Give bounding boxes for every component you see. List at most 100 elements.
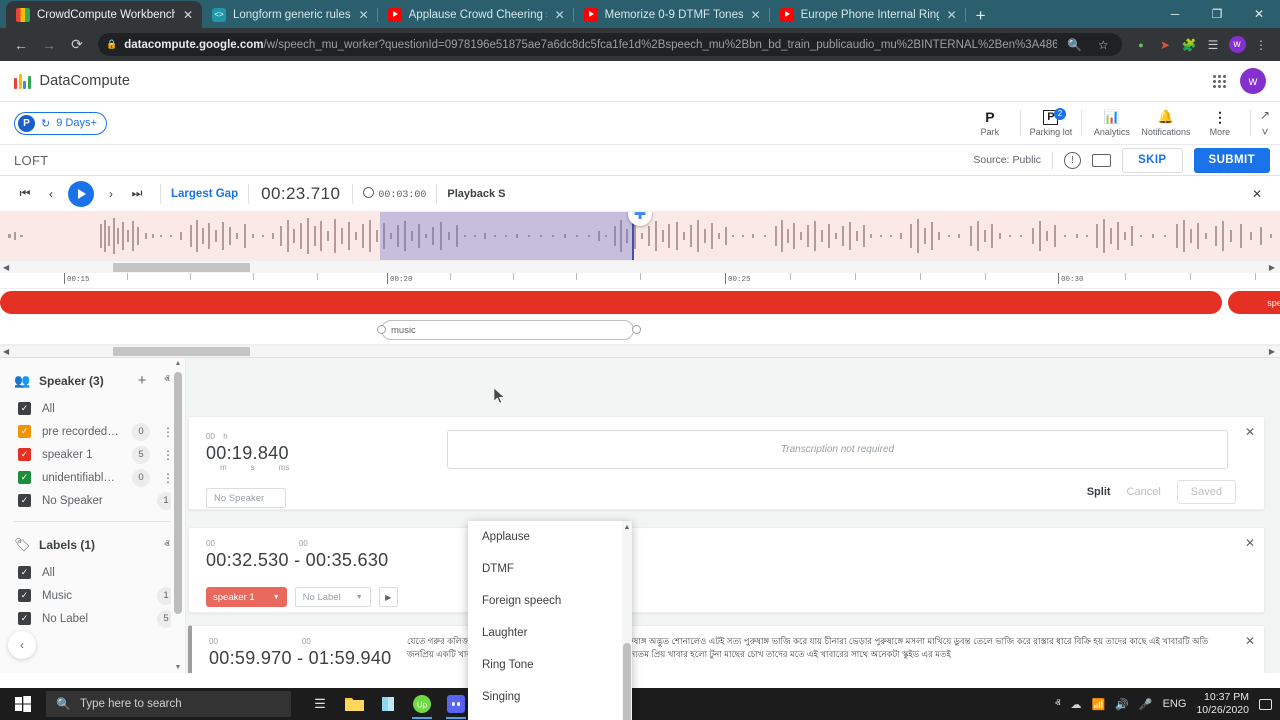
- speaker-item-pre-recorded[interactable]: ✓ pre recorded speak... 0 ⋮: [0, 420, 185, 443]
- task-view-icon[interactable]: ☰: [305, 689, 335, 719]
- parking-lot-button[interactable]: 2 P Parking lot: [1024, 110, 1078, 137]
- checkbox[interactable]: ✓: [18, 425, 31, 438]
- dropdown-item-unknown[interactable]: Unknown: [468, 713, 632, 720]
- split-button[interactable]: Split: [1087, 486, 1111, 498]
- checkbox[interactable]: ✓: [18, 589, 31, 602]
- store-icon[interactable]: [373, 689, 403, 719]
- waveform[interactable]: ✚: [0, 212, 1280, 260]
- speaker-item-unidentifiable[interactable]: ✓ unidentifiable speak... 0 ⋮: [0, 466, 185, 489]
- dropdown-scroll-thumb[interactable]: [623, 643, 631, 720]
- waveform-hscrollbar-bottom[interactable]: ◀ ▶: [0, 345, 1280, 358]
- dropdown-item-ring-tone[interactable]: Ring Tone: [468, 649, 632, 681]
- scroll-left-icon[interactable]: ◀: [0, 347, 12, 356]
- tab-close-icon[interactable]: ✕: [946, 8, 958, 22]
- next-icon[interactable]: ›: [98, 181, 124, 207]
- upwork-icon[interactable]: Up: [407, 689, 437, 719]
- scroll-right-icon[interactable]: ▶: [1266, 263, 1278, 272]
- checkbox[interactable]: ✓: [18, 402, 31, 415]
- dropdown-scrollbar[interactable]: ▲ ▼: [622, 521, 632, 720]
- browser-tab-0[interactable]: CrowdCompute Workbench ✕: [6, 1, 202, 28]
- label-track[interactable]: music: [0, 316, 1280, 345]
- dropdown-item-applause[interactable]: Applause: [468, 521, 632, 553]
- checkbox[interactable]: ✓: [18, 494, 31, 507]
- tab-close-icon[interactable]: ✕: [358, 8, 370, 22]
- extension-red-icon[interactable]: ➤: [1154, 34, 1176, 56]
- new-tab-button[interactable]: +: [966, 6, 996, 28]
- previous-icon[interactable]: ‹: [38, 181, 64, 207]
- discord-icon[interactable]: [441, 689, 471, 719]
- profile-avatar[interactable]: w: [1226, 34, 1248, 56]
- scroll-up-icon[interactable]: ▲: [171, 360, 185, 367]
- card1-transcription-box[interactable]: Transcription not required: [447, 430, 1228, 469]
- waveform-selection[interactable]: [380, 212, 633, 260]
- card2-label-select[interactable]: No Label ▼: [295, 587, 371, 607]
- speaker-item-no-speaker[interactable]: ✓ No Speaker 1: [0, 489, 185, 512]
- start-button[interactable]: [0, 696, 46, 712]
- close-player-icon[interactable]: ✕: [1244, 181, 1270, 207]
- speaker-item-speaker-1[interactable]: ✓ speaker 1 5 ⋮: [0, 443, 185, 466]
- cancel-button[interactable]: Cancel: [1127, 486, 1161, 498]
- segment-card-2[interactable]: ✕ 00 00 00:32.530 - 00:35.630 speaker 1 …: [188, 527, 1265, 613]
- submit-button[interactable]: SUBMIT: [1194, 148, 1270, 173]
- extension-icon[interactable]: 🧩: [1178, 34, 1200, 56]
- tab-close-icon[interactable]: ✕: [182, 8, 194, 22]
- card-close-icon[interactable]: ✕: [1245, 425, 1255, 439]
- label-handle-left[interactable]: [377, 325, 386, 334]
- browser-tab-1[interactable]: Longform generic rules ✕: [202, 1, 378, 28]
- reading-list-icon[interactable]: ☰: [1202, 34, 1224, 56]
- waveform-hscrollbar-top[interactable]: ◀ ▶: [0, 260, 1280, 273]
- star-icon[interactable]: ☆: [1092, 34, 1114, 56]
- skip-to-start-icon[interactable]: ⏮: [12, 181, 38, 207]
- file-explorer-icon[interactable]: [339, 689, 369, 719]
- park-button[interactable]: P Park: [963, 109, 1017, 137]
- language-indicator[interactable]: ENG: [1163, 698, 1187, 710]
- notifications-button[interactable]: 🔔 Notifications: [1139, 109, 1193, 137]
- music-label-pill[interactable]: music: [381, 320, 634, 340]
- cloud-icon[interactable]: ☁: [1070, 698, 1081, 711]
- card2-speaker-chip[interactable]: speaker 1 ▼: [206, 587, 287, 607]
- apps-grid-icon[interactable]: [1213, 75, 1226, 88]
- label-item-music[interactable]: ✓ Music 1: [0, 584, 185, 607]
- add-speaker-button[interactable]: +: [134, 372, 150, 389]
- clock[interactable]: 10:37 PM 10/26/2020: [1196, 691, 1249, 717]
- waveform-scroll-thumb[interactable]: [113, 263, 250, 272]
- taskbar-search[interactable]: 🔍 Type here to search: [46, 691, 291, 717]
- search-icon[interactable]: 🔍: [1064, 34, 1086, 56]
- browser-tab-2[interactable]: Applause Crowd Cheering sound ✕: [378, 1, 574, 28]
- segment-card-1[interactable]: ✕ 00 h 00:19.840 m s ms No Speaker Trans…: [188, 416, 1265, 510]
- notification-icon[interactable]: [1259, 699, 1272, 710]
- browser-tab-4[interactable]: Europe Phone Internal Ringing (D ✕: [770, 1, 966, 28]
- window-maximize-button[interactable]: ❐: [1196, 0, 1238, 28]
- more-button[interactable]: ⋮ More: [1193, 109, 1247, 137]
- largest-gap-button[interactable]: Largest Gap: [171, 188, 238, 200]
- microphone-icon[interactable]: 🎤: [1139, 698, 1153, 711]
- waveform-scroll-thumb-2[interactable]: [113, 347, 250, 356]
- browser-tab-3[interactable]: Memorize 0-9 DTMF Tones - You ✕: [574, 1, 770, 28]
- checkbox[interactable]: ✓: [18, 448, 31, 461]
- checkbox[interactable]: ✓: [18, 471, 31, 484]
- tab-close-icon[interactable]: ✕: [554, 8, 566, 22]
- card2-time-range[interactable]: 00:32.530 - 00:35.630: [206, 550, 388, 571]
- tab-close-icon[interactable]: ✕: [750, 8, 762, 22]
- window-close-button[interactable]: ✕: [1238, 0, 1280, 28]
- info-icon[interactable]: !: [1064, 152, 1081, 169]
- card2-play-button[interactable]: ▶: [379, 587, 398, 607]
- skip-to-end-icon[interactable]: ⏭: [124, 181, 150, 207]
- address-bar[interactable]: 🔒 datacompute.google.com/w/speech_mu_wor…: [98, 33, 1122, 56]
- user-avatar[interactable]: w: [1240, 68, 1266, 94]
- analytics-button[interactable]: 📊 Analytics: [1085, 109, 1139, 137]
- label-handle-right[interactable]: [632, 325, 641, 334]
- scroll-left-icon[interactable]: ◀: [0, 263, 12, 272]
- dropdown-item-laughter[interactable]: Laughter: [468, 617, 632, 649]
- checkbox[interactable]: ✓: [18, 612, 31, 625]
- wifi-icon[interactable]: 📶: [1091, 698, 1105, 711]
- speaker-segment-track[interactable]: speak 1: [0, 289, 1280, 316]
- forward-arrow-icon[interactable]: →: [36, 32, 62, 58]
- dropdown-item-dtmf[interactable]: DTMF: [468, 553, 632, 585]
- label-item-all[interactable]: ✓ All: [0, 561, 185, 584]
- card1-time[interactable]: 00:19.840: [206, 443, 289, 464]
- expand-icon[interactable]: ↗: [1260, 108, 1270, 122]
- label-item-no-label[interactable]: ✓ No Label 5: [0, 607, 185, 630]
- window-minimize-button[interactable]: ─: [1154, 0, 1196, 28]
- sidebar-scroll-thumb[interactable]: [174, 372, 182, 614]
